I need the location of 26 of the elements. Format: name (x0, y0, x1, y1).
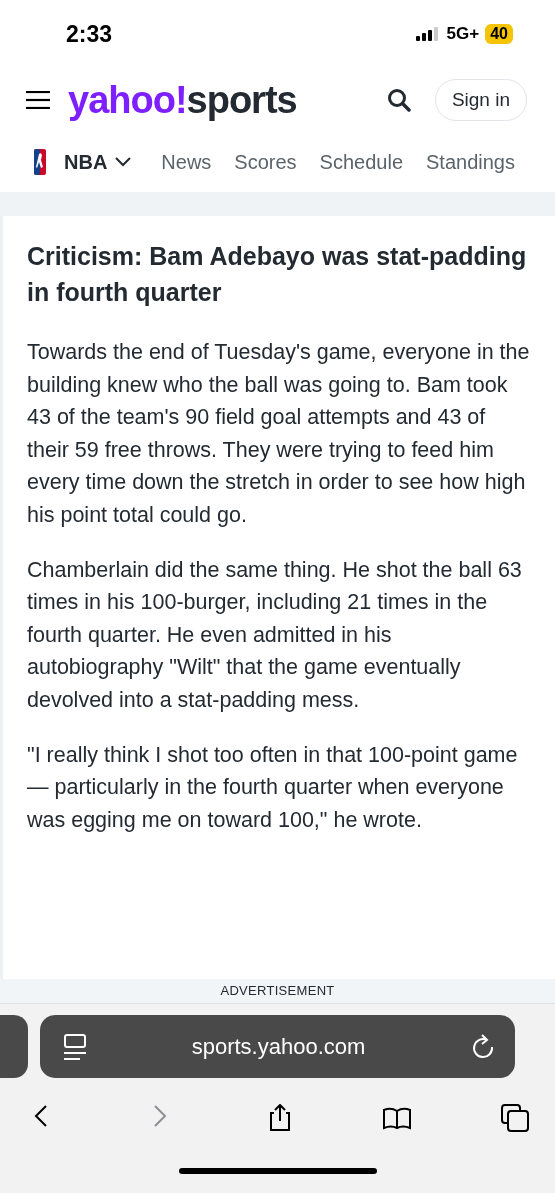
network-label: 5G+ (446, 24, 480, 44)
nav-link[interactable]: News (161, 150, 212, 174)
league-logo-icon (34, 149, 46, 175)
address-bar[interactable]: sports.yahoo.com (40, 1015, 515, 1078)
nav-link[interactable]: Standings (426, 150, 515, 174)
article-paragraph: "I really think I shot too often in that 100-point game — particularly in the fourth quarter when everyone was egging me on toward 100," he wrote. (27, 741, 519, 834)
reload-icon[interactable] (471, 1033, 495, 1060)
clock-time: 2:33 (66, 20, 113, 48)
league-menu[interactable]: NBA (64, 150, 132, 174)
nav-link[interactable]: Schedule (319, 150, 403, 174)
chevron-down-icon (115, 157, 132, 167)
url-text: sports.yahoo.com (190, 1033, 367, 1060)
sign-in-button[interactable]: Sign in (434, 79, 527, 121)
search-icon[interactable] (386, 88, 411, 112)
article-heading: Criticism: Bam Adebayo was stat-padding in fourth quarter (27, 241, 528, 308)
previous-tab-edge[interactable] (0, 1015, 28, 1078)
menu-icon[interactable] (26, 91, 50, 109)
article-paragraph: Chamberlain did the same thing. He shot the ball 63 times in his 100-burger, including 21 times in the fourth quarter. He even admitted in his autobiography "Wilt" that the game eventually devolved into a stat-padding mess. (27, 556, 523, 714)
nav-link[interactable]: Scores (234, 150, 297, 174)
ad-label: ADVERTISEMENT (0, 979, 555, 1004)
site-logo[interactable]: yahoo!sports (68, 78, 297, 122)
article-paragraph: Towards the end of Tuesday's game, everyone in the building knew who the ball was going to. Bam took 43 of the team's 90 field goal attempts and 43 of their 59 free throws. They were trying to feed him every time down the stretch in order to see how high his point total could go. (27, 339, 531, 529)
tabs-icon[interactable] (501, 1104, 529, 1132)
reader-icon[interactable] (64, 1033, 86, 1060)
battery-level: 40 (485, 24, 513, 44)
signal-icon (415, 27, 441, 41)
